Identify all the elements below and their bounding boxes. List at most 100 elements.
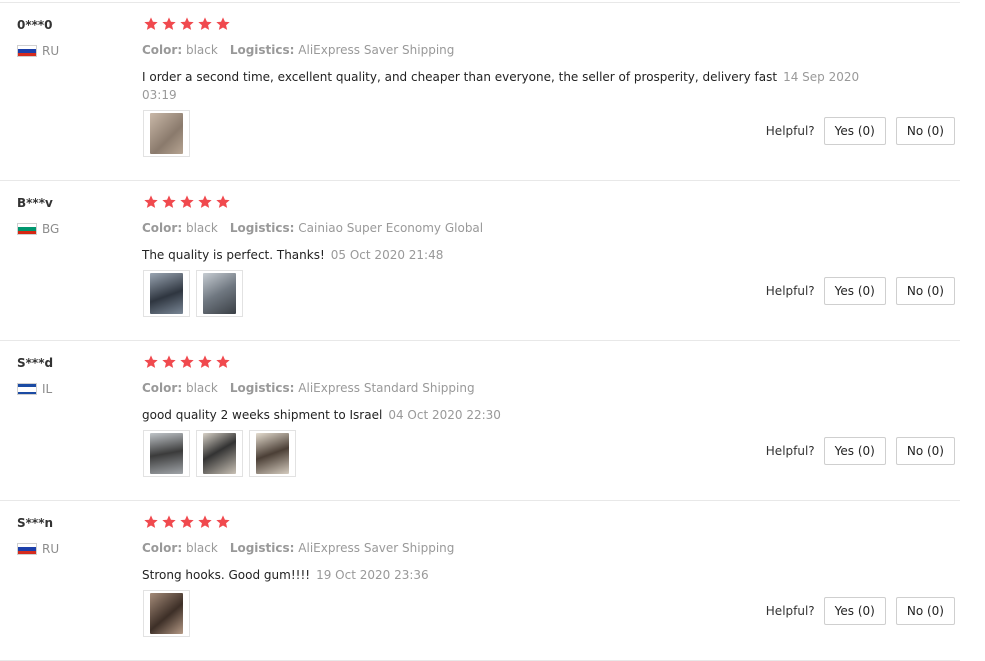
helpful-yes-button[interactable]: Yes (0) (823, 597, 886, 625)
reviewer-name: B***v (17, 196, 53, 210)
star-icon (216, 515, 230, 528)
color-label: Color: (142, 221, 183, 235)
reviewer-country: BG (17, 222, 59, 236)
star-icon (144, 515, 158, 528)
review-text: good quality 2 weeks shipment to Israel 0… (142, 406, 862, 424)
star-icon (198, 515, 212, 528)
review-date: 05 Oct 2020 21:48 (330, 248, 444, 262)
helpful-no-button[interactable]: No (0) (895, 277, 955, 305)
review-date: 04 Oct 2020 22:30 (388, 408, 501, 422)
review-body: I order a second time, excellent quality… (142, 70, 778, 84)
country-flag-icon (17, 45, 37, 57)
review-body: good quality 2 weeks shipment to Israel (142, 408, 383, 422)
review-photo-thumbnail[interactable] (196, 270, 243, 317)
reviewer-name: S***n (17, 516, 54, 530)
helpful-no-button[interactable]: No (0) (895, 437, 955, 465)
divider (0, 340, 960, 341)
logistics-value: AliExpress Saver Shipping (298, 43, 455, 57)
order-meta: Color: black Logistics: Cainiao Super Eco… (142, 221, 483, 235)
reviewer-country: RU (17, 44, 59, 58)
review-item: B***v BG Color: black Logistics: Cainiao Su… (0, 180, 960, 340)
logistics-value: Cainiao Super Economy Global (298, 221, 484, 235)
star-icon (180, 355, 194, 368)
review-photo-thumbnail[interactable] (143, 590, 190, 637)
star-icon (180, 195, 194, 208)
order-meta: Color: black Logistics: AliExpress Standa… (142, 381, 475, 395)
divider (0, 2, 960, 3)
logistics-label: Logistics: (229, 43, 295, 57)
review-body: The quality is perfect. Thanks! (142, 248, 325, 262)
helpful-label: Helpful? (765, 124, 815, 138)
star-rating (143, 514, 231, 530)
order-meta: Color: black Logistics: AliExpress Saver … (142, 541, 454, 555)
star-icon (216, 17, 230, 30)
review-photo-thumbnail[interactable] (143, 270, 190, 317)
helpful-label: Helpful? (765, 444, 815, 458)
color-value: black (185, 43, 218, 57)
review-item: 0***0 RU Color: black Logistics: AliExpress… (0, 2, 960, 180)
country-code: RU (42, 44, 60, 58)
country-flag-icon (17, 383, 37, 395)
logistics-value: AliExpress Standard Shipping (298, 381, 475, 395)
reviewer-country: IL (17, 382, 52, 396)
country-flag-icon (17, 543, 37, 555)
logistics-label: Logistics: (229, 541, 295, 555)
helpful-yes-button[interactable]: Yes (0) (823, 117, 886, 145)
country-flag-icon (17, 223, 37, 235)
star-icon (162, 17, 176, 30)
star-icon (162, 355, 176, 368)
color-value: black (185, 381, 218, 395)
review-photo-thumbnail[interactable] (249, 430, 296, 477)
star-icon (198, 17, 212, 30)
helpful-vote: Helpful? Yes (0) No (0) (766, 277, 955, 305)
star-rating (143, 354, 231, 370)
review-date: 19 Oct 2020 23:36 (316, 568, 429, 582)
review-photo-thumbnail[interactable] (143, 430, 190, 477)
helpful-label: Helpful? (765, 604, 815, 618)
color-label: Color: (142, 43, 183, 57)
star-icon (198, 355, 212, 368)
divider (0, 180, 960, 181)
color-value: black (185, 221, 218, 235)
review-photos (143, 430, 296, 477)
star-icon (180, 515, 194, 528)
review-text: I order a second time, excellent quality… (142, 68, 862, 104)
helpful-no-button[interactable]: No (0) (895, 597, 955, 625)
color-label: Color: (142, 541, 183, 555)
reviewer-name: 0***0 (17, 18, 53, 32)
star-icon (198, 195, 212, 208)
reviewer-country: RU (17, 542, 59, 556)
star-icon (144, 17, 158, 30)
star-rating (143, 16, 231, 32)
logistics-label: Logistics: (229, 381, 295, 395)
helpful-no-button[interactable]: No (0) (895, 117, 955, 145)
order-meta: Color: black Logistics: AliExpress Saver … (142, 43, 454, 57)
reviewer-name: S***d (17, 356, 54, 370)
star-icon (180, 17, 194, 30)
star-icon (144, 195, 158, 208)
helpful-label: Helpful? (765, 284, 815, 298)
helpful-vote: Helpful? Yes (0) No (0) (766, 117, 955, 145)
helpful-vote: Helpful? Yes (0) No (0) (766, 437, 955, 465)
logistics-label: Logistics: (229, 221, 295, 235)
star-rating (143, 194, 231, 210)
star-icon (162, 195, 176, 208)
review-photo-thumbnail[interactable] (196, 430, 243, 477)
review-photos (143, 270, 243, 317)
review-photo-thumbnail[interactable] (143, 110, 190, 157)
helpful-vote: Helpful? Yes (0) No (0) (766, 597, 955, 625)
review-text: Strong hooks. Good gum!!!! 19 Oct 2020 23… (142, 566, 862, 584)
star-icon (144, 355, 158, 368)
review-photos (143, 110, 190, 157)
star-icon (216, 355, 230, 368)
country-code: BG (42, 222, 60, 236)
logistics-value: AliExpress Saver Shipping (298, 541, 455, 555)
review-item: S***d IL Color: black Logistics: AliExpress… (0, 340, 960, 500)
divider (0, 500, 960, 501)
review-text: The quality is perfect. Thanks! 05 Oct 20… (142, 246, 862, 264)
review-photos (143, 590, 190, 637)
color-value: black (185, 541, 218, 555)
helpful-yes-button[interactable]: Yes (0) (823, 277, 886, 305)
helpful-yes-button[interactable]: Yes (0) (823, 437, 886, 465)
country-code: IL (42, 382, 53, 396)
